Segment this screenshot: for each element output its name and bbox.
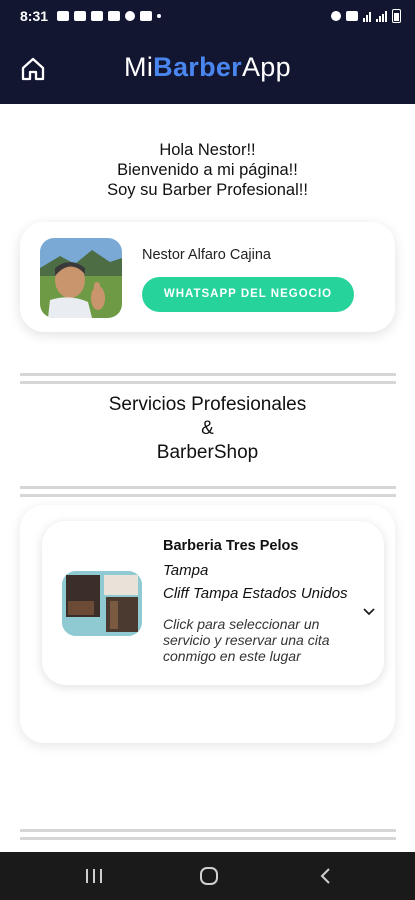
system-nav-bar [0, 852, 415, 900]
greeting-line-1: Hola Nestor!! [159, 141, 256, 159]
shop-name: Barberia Tres Pelos [163, 538, 299, 554]
shop-address: Cliff Tampa Estados Unidos [163, 585, 348, 602]
greeting-line-2: Bienvenido a mi página!! [117, 161, 298, 179]
greeting-line-3: Soy su Barber Profesional!! [107, 181, 308, 199]
greeting: Hola Nestor!! Bienvenido a mi página!! S… [0, 140, 415, 200]
services-heading-line-2: & [201, 418, 214, 439]
nav-home-icon[interactable] [198, 866, 220, 886]
shop-city: Tampa [163, 562, 209, 579]
shop-hint: Click para seleccionar un servicio y res… [163, 616, 330, 664]
mail-icon [74, 11, 87, 21]
more-notifications-icon [157, 14, 162, 18]
app-title-brand: Barber [153, 52, 242, 82]
back-icon[interactable] [316, 866, 336, 886]
status-time: 8:31 [20, 8, 49, 24]
divider [20, 486, 396, 489]
profile-card: Nestor Alfaro Cajina WHATSAPP DEL NEGOCI… [20, 222, 395, 332]
profile-name: Nestor Alfaro Cajina [142, 247, 271, 263]
wifi-icon [363, 11, 371, 22]
shop-image [62, 571, 142, 636]
video-icon [91, 11, 104, 21]
divider [20, 373, 396, 376]
signal-icon [376, 10, 387, 22]
twitter-icon [57, 11, 70, 21]
divider [20, 381, 396, 384]
services-heading: Servicios Profesionales & BarberShop [0, 393, 415, 465]
battery-icon [392, 9, 401, 23]
recents-icon[interactable] [84, 866, 104, 886]
whatsapp-button[interactable]: WHATSAPP DEL NEGOCIO [142, 277, 354, 312]
image-icon [108, 11, 121, 21]
divider [20, 837, 396, 840]
instagram-icon [140, 11, 153, 21]
status-left: 8:31 [20, 8, 162, 24]
app-title-prefix: Mi [124, 52, 154, 82]
alarm-icon [331, 11, 341, 21]
shop-card[interactable]: Barberia Tres Pelos Tampa Cliff Tampa Es… [42, 521, 384, 685]
app-title-suffix: App [241, 52, 291, 82]
divider [20, 494, 396, 497]
status-bar: 8:31 [0, 0, 415, 32]
app-bar: MiBarberApp [0, 32, 415, 104]
mute-icon [346, 11, 358, 21]
minus-circle-icon [125, 11, 136, 21]
app-title: MiBarberApp [0, 52, 415, 83]
avatar [40, 238, 122, 318]
status-right [331, 9, 401, 23]
divider [20, 829, 396, 832]
services-heading-line-3: BarberShop [156, 442, 259, 463]
services-heading-line-1: Servicios Profesionales [108, 394, 307, 415]
